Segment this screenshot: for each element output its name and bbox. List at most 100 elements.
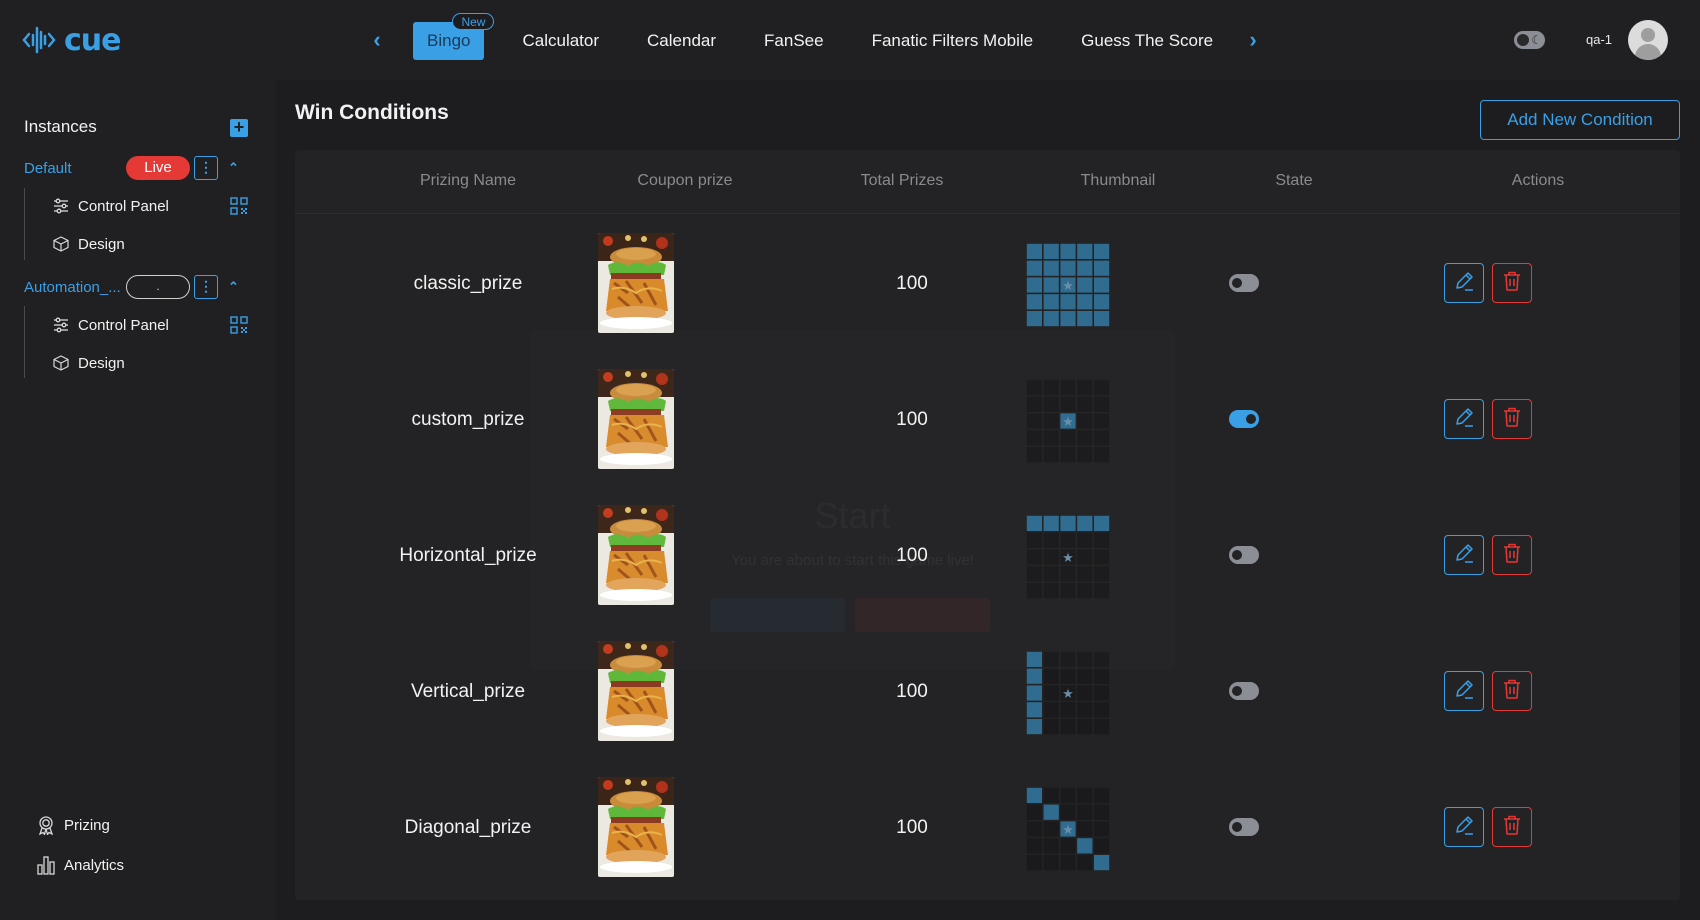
svg-text:★: ★: [1062, 279, 1074, 294]
cube-icon: [52, 235, 70, 253]
svg-text:★: ★: [1062, 415, 1074, 430]
theme-toggle[interactable]: ☾: [1514, 31, 1545, 49]
tab-calculator[interactable]: Calculator: [498, 22, 623, 60]
pattern-thumbnail: ★: [1026, 651, 1110, 735]
edit-button[interactable]: [1444, 535, 1484, 575]
sidebar-item-analytics[interactable]: Analytics: [36, 853, 124, 877]
total-prizes: 100: [896, 545, 928, 566]
instance-menu-icon[interactable]: ⋮: [194, 275, 218, 299]
collapse-chevron-icon[interactable]: ⌃: [228, 279, 239, 295]
state-toggle[interactable]: [1229, 274, 1259, 292]
new-badge: New: [452, 13, 495, 30]
delete-button[interactable]: [1492, 807, 1532, 847]
qr-code-icon[interactable]: [230, 197, 248, 215]
prizing-name: Horizontal_prize: [399, 545, 537, 566]
tab-fanatic-filters-mobile[interactable]: Fanatic Filters Mobile: [848, 22, 1058, 60]
table-header: Prizing Name Coupon prize Total Prizes T…: [295, 150, 1680, 214]
logo-waveform-icon: [22, 23, 56, 57]
sliders-icon: [52, 316, 70, 334]
avatar-head-shape: [1641, 28, 1655, 42]
pencil-icon: [1453, 542, 1475, 569]
instance-name[interactable]: Default: [24, 160, 126, 177]
logo-text: cue: [64, 22, 121, 58]
instance-default[interactable]: Default Live ⋮ ⌃: [24, 156, 254, 180]
add-new-condition-button[interactable]: Add New Condition: [1480, 100, 1680, 140]
sliders-icon: [52, 197, 70, 215]
state-toggle[interactable]: [1229, 546, 1259, 564]
total-prizes: 100: [896, 681, 928, 702]
edit-button[interactable]: [1444, 399, 1484, 439]
avatar-body-shape: [1635, 44, 1661, 60]
tab-guess-the-score[interactable]: Guess The Score: [1057, 22, 1237, 60]
pencil-icon: [1453, 814, 1475, 841]
sidebar-item-label: Design: [78, 235, 125, 253]
table-row: Horizontal_prize 100 ★: [295, 489, 1680, 625]
edit-button[interactable]: [1444, 263, 1484, 303]
coupon-prize-image: [598, 233, 674, 333]
pencil-icon: [1453, 270, 1475, 297]
sidebar-item-design[interactable]: Design: [52, 232, 248, 256]
game-tabs: Bingo New Calculator Calendar FanSee Fan…: [413, 13, 1237, 60]
add-instance-button[interactable]: +: [230, 118, 248, 137]
trash-icon: [1501, 542, 1523, 569]
delete-button[interactable]: [1492, 399, 1532, 439]
state-toggle[interactable]: [1229, 410, 1259, 428]
state-toggle[interactable]: [1229, 682, 1259, 700]
sidebar-item-prizing[interactable]: Prizing: [36, 813, 110, 837]
bar-chart-icon: [36, 855, 56, 875]
status-badge[interactable]: .: [126, 275, 190, 299]
delete-button[interactable]: [1492, 671, 1532, 711]
sidebar-item-label: Control Panel: [78, 316, 169, 334]
collapse-chevron-icon[interactable]: ⌃: [228, 160, 239, 176]
tab-label: FanSee: [764, 31, 824, 50]
instance-menu-icon[interactable]: ⋮: [194, 156, 218, 180]
pattern-thumbnail: ★: [1026, 243, 1110, 327]
tab-bingo[interactable]: Bingo New: [413, 13, 495, 60]
tab-label: Calendar: [647, 31, 717, 50]
tab-label: Bingo: [427, 31, 471, 50]
sidebar-item-control-panel[interactable]: Control Panel: [52, 313, 248, 337]
column-header: Total Prizes: [860, 172, 944, 189]
tab-calendar[interactable]: Calendar: [623, 22, 740, 60]
qr-code-icon[interactable]: [230, 316, 248, 334]
table-row: Diagonal_prize 100 ★: [295, 761, 1680, 897]
table-row: custom_prize 100 ★: [295, 353, 1680, 489]
cube-icon: [52, 354, 70, 372]
avatar[interactable]: [1628, 20, 1668, 60]
prizing-name: classic_prize: [413, 273, 523, 294]
coupon-prize-image: [598, 369, 674, 469]
column-header: Thumbnail: [1080, 172, 1156, 189]
instance-name[interactable]: Automation_...: [24, 279, 126, 296]
column-header: State: [1275, 172, 1313, 189]
total-prizes: 100: [896, 409, 928, 430]
instance-automation[interactable]: Automation_... . ⋮ ⌃: [24, 275, 254, 299]
svg-text:★: ★: [1062, 823, 1074, 838]
column-header: Coupon prize: [637, 172, 733, 189]
delete-button[interactable]: [1492, 535, 1532, 575]
sidebar-item-design[interactable]: Design: [52, 351, 248, 375]
svg-text:★: ★: [1062, 551, 1074, 566]
tab-fansee[interactable]: FanSee: [740, 22, 848, 60]
state-toggle[interactable]: [1229, 818, 1259, 836]
sidebar-item-label: Control Panel: [78, 197, 169, 215]
tab-label: Fanatic Filters Mobile: [871, 31, 1034, 50]
tree-line: [24, 188, 25, 260]
edit-button[interactable]: [1444, 671, 1484, 711]
coupon-prize-image: [598, 777, 674, 877]
table-row: Vertical_prize 100 ★: [295, 625, 1680, 761]
pattern-thumbnail: ★: [1026, 787, 1110, 871]
edit-button[interactable]: [1444, 807, 1484, 847]
cue-logo[interactable]: cue: [22, 20, 121, 60]
sidebar-item-control-panel[interactable]: Control Panel: [52, 194, 248, 218]
moon-icon: ☾: [1531, 33, 1542, 47]
sidebar-item-label: Analytics: [64, 856, 125, 874]
live-status-badge[interactable]: Live: [126, 156, 190, 180]
tree-line: [24, 306, 25, 378]
nav-next-arrow-icon[interactable]: ›: [1243, 27, 1263, 52]
coupon-prize-image: [598, 641, 674, 741]
column-header: Prizing Name: [419, 172, 517, 189]
column-header: Actions: [1511, 172, 1565, 189]
table-row: classic_prize 100 ★: [295, 217, 1680, 353]
nav-prev-arrow-icon[interactable]: ‹: [367, 27, 387, 52]
delete-button[interactable]: [1492, 263, 1532, 303]
